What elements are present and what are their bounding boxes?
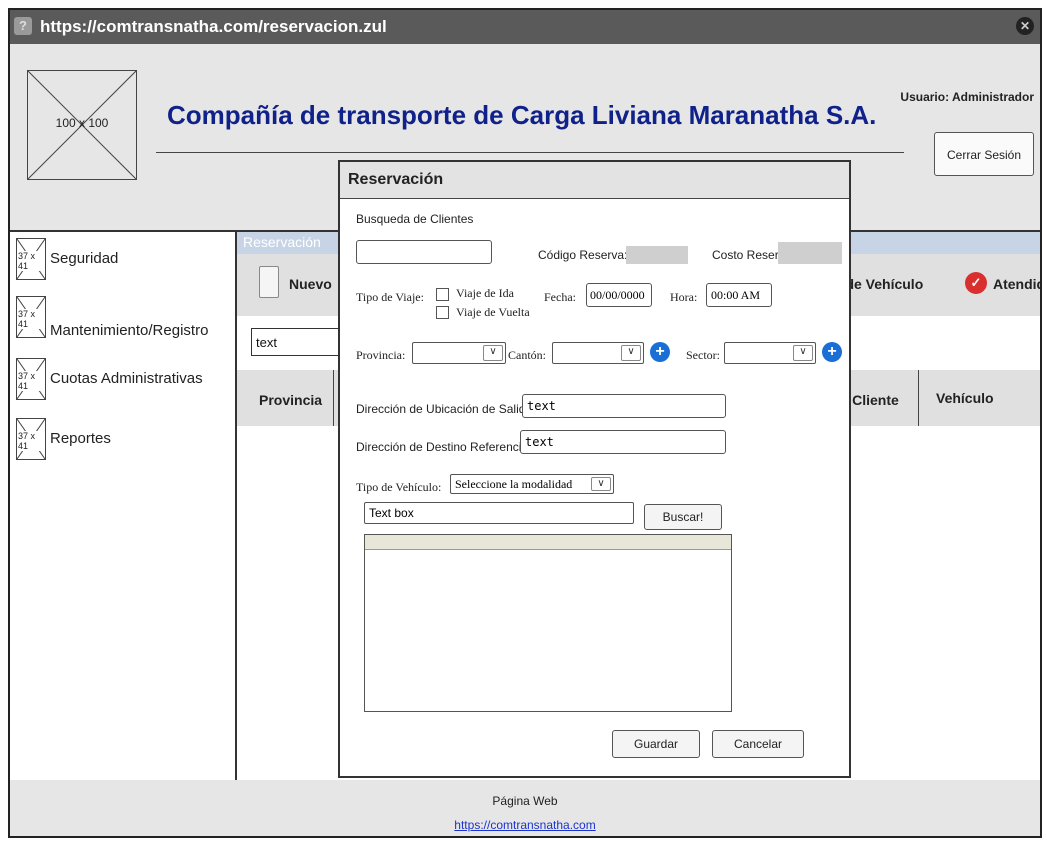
sidebar-item-label: Cuotas Administrativas — [50, 370, 203, 387]
destino-input[interactable]: text — [520, 430, 726, 454]
canton-label: Cantón: — [508, 348, 546, 362]
client-search-input[interactable] — [356, 240, 492, 264]
sidebar-item-label: Seguridad — [50, 250, 119, 267]
column-provincia[interactable]: Provincia — [259, 392, 322, 408]
chevron-down-icon: ∨ — [483, 345, 503, 361]
cancelar-button[interactable]: Cancelar — [712, 730, 804, 758]
close-icon[interactable]: ✕ — [1016, 17, 1034, 35]
canton-select[interactable]: ∨ — [552, 342, 644, 364]
hora-label: Hora: — [670, 290, 698, 304]
column-vehiculo[interactable]: Vehículo — [936, 390, 994, 406]
chevron-down-icon: ∨ — [591, 477, 611, 491]
window-url: https://comtransnatha.com/reservacion.zu… — [40, 17, 387, 36]
new-icon[interactable] — [259, 266, 279, 298]
placeholder-icon: 37 x 41 — [16, 358, 46, 400]
guardar-button[interactable]: Guardar — [612, 730, 700, 758]
fecha-input[interactable]: 00/00/0000 — [586, 283, 652, 307]
tipo-vehiculo-select[interactable]: Seleccione la modalidad ∨ — [450, 474, 614, 494]
user-label: Usuario: Administrador — [900, 90, 1034, 104]
search-clients-label: Busqueda de Clientes — [356, 212, 474, 226]
fecha-label: Fecha: — [544, 290, 576, 304]
add-canton-icon[interactable]: + — [650, 342, 670, 362]
dialog-header: Reservación — [340, 162, 849, 199]
salida-label: Dirección de Ubicación de Salida: — [356, 402, 536, 416]
tipo-vehiculo-label: Tipo de Vehículo: — [356, 480, 442, 494]
footer-link[interactable]: https://comtransnatha.com — [10, 818, 1040, 832]
column-divider — [333, 370, 334, 426]
tipo-viaje-label: Tipo de Viaje: — [356, 290, 424, 304]
results-header — [365, 535, 731, 550]
logout-button[interactable]: Cerrar Sesión — [934, 132, 1034, 176]
viaje-ida-label: Viaje de Ida — [456, 286, 514, 300]
salida-input[interactable]: text — [522, 394, 726, 418]
sector-label: Sector: — [686, 348, 720, 362]
app-window: ? https://comtransnatha.com/reservacion.… — [8, 8, 1042, 838]
new-button[interactable]: Nuevo — [289, 276, 332, 292]
codigo-reserva-value — [626, 246, 688, 264]
logo-label: 100 x 100 — [55, 116, 109, 130]
breadcrumb-label: Reservación — [243, 234, 321, 250]
chevron-down-icon: ∨ — [793, 345, 813, 361]
add-sector-icon[interactable]: + — [822, 342, 842, 362]
attended-button[interactable]: Atendido — [993, 276, 1040, 292]
provincia-select[interactable]: ∨ — [412, 342, 506, 364]
chevron-down-icon: ∨ — [621, 345, 641, 361]
placeholder-icon-label: 37 x 41 — [18, 251, 45, 271]
tipo-vehiculo-value: Seleccione la modalidad — [455, 477, 573, 491]
footer: Página Web https://comtransnatha.com — [10, 780, 1040, 836]
sidebar-item-label: Mantenimiento/Registro — [50, 322, 209, 339]
title-bar: ? https://comtransnatha.com/reservacion.… — [10, 10, 1040, 44]
provincia-label: Provincia: — [356, 348, 406, 362]
results-list[interactable] — [364, 534, 732, 712]
footer-title: Página Web — [492, 794, 558, 808]
viaje-vuelta-checkbox[interactable] — [436, 306, 449, 319]
buscar-button[interactable]: Buscar! — [644, 504, 722, 530]
costo-reserva-value — [778, 242, 842, 264]
placeholder-icon-label: 37 x 41 — [18, 309, 45, 329]
placeholder-icon: 37 x 41 — [16, 418, 46, 460]
placeholder-icon: 37 x 41 — [16, 296, 46, 338]
placeholder-icon-label: 37 x 41 — [18, 371, 45, 391]
sidebar-item-label: Reportes — [50, 430, 111, 447]
placeholder-icon-label: 37 x 41 — [18, 431, 45, 451]
help-icon[interactable]: ? — [14, 17, 32, 35]
column-divider — [918, 370, 919, 426]
dialog-title: Reservación — [348, 171, 444, 188]
viaje-vuelta-label: Viaje de Vuelta — [456, 305, 530, 319]
vehicle-search-input[interactable]: Text box — [364, 502, 634, 524]
sidebar: 37 x 41 Seguridad 37 x 41 Mantenimiento/… — [10, 230, 235, 780]
logo-placeholder: 100 x 100 — [27, 70, 137, 180]
destino-label: Dirección de Destino Referencial: — [356, 440, 535, 454]
hora-input[interactable]: 00:00 AM — [706, 283, 772, 307]
codigo-reserva-label: Código Reserva: — [538, 248, 628, 262]
viaje-ida-checkbox[interactable] — [436, 288, 449, 301]
company-name: Compañía de transporte de Carga Liviana … — [167, 100, 877, 130]
header-divider — [156, 152, 904, 153]
check-icon[interactable]: ✓ — [965, 272, 987, 294]
filter-input[interactable]: text — [251, 328, 351, 356]
sector-select[interactable]: ∨ — [724, 342, 816, 364]
placeholder-icon: 37 x 41 — [16, 238, 46, 280]
reservation-dialog: Reservación Busqueda de Clientes Código … — [338, 160, 851, 778]
